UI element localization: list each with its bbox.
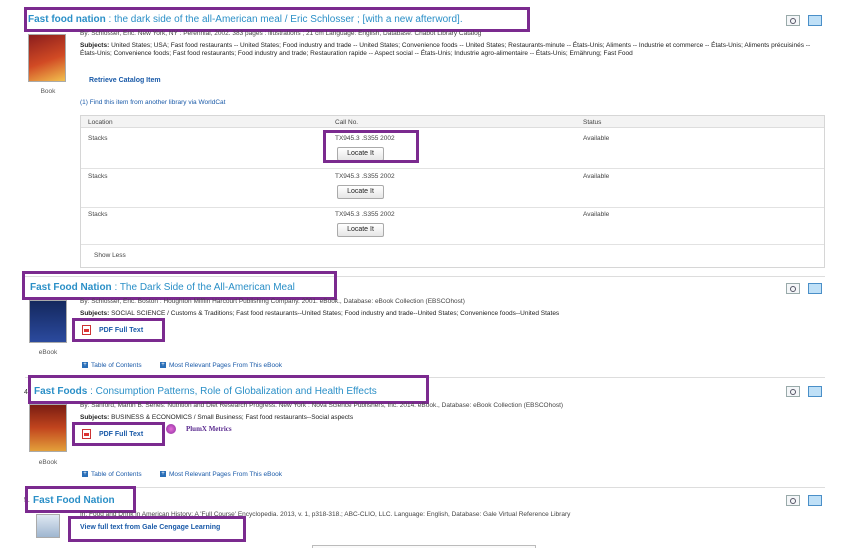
ebook-cover-image (29, 404, 67, 452)
highlight-box (72, 318, 165, 342)
locate-it-button[interactable]: Locate It (337, 185, 384, 199)
row-divider (81, 244, 824, 245)
add-to-folder-icon[interactable] (808, 283, 822, 294)
add-to-folder-icon[interactable] (808, 495, 822, 506)
location-cell: Stacks (88, 211, 108, 218)
preview-icon[interactable] (786, 495, 800, 506)
highlight-box (22, 271, 337, 300)
result-subjects: Subjects: SOCIAL SCIENCE / Customs & Tra… (80, 310, 560, 317)
column-header-status: Status (583, 119, 602, 126)
expand-icon: + (82, 362, 88, 369)
holdings-table-header (81, 116, 824, 128)
retrieve-catalog-link[interactable]: Retrieve Catalog Item (89, 77, 161, 84)
show-less-link[interactable]: Show Less (94, 252, 126, 259)
expand-icon: + (160, 362, 166, 369)
locate-it-button[interactable]: Locate It (337, 223, 384, 237)
plumx-metrics-link[interactable]: PlumX Metrics (166, 424, 232, 434)
format-label: eBook (38, 459, 58, 466)
result-subjects: Subjects: BUSINESS & ECONOMICS / Small B… (80, 414, 354, 421)
highlight-box (24, 7, 530, 32)
highlight-box (323, 130, 419, 163)
format-label: eBook (38, 349, 58, 356)
location-cell: Stacks (88, 135, 108, 142)
highlight-box (28, 375, 429, 404)
column-header-location: Location (88, 119, 113, 126)
location-cell: Stacks (88, 173, 108, 180)
add-to-folder-icon[interactable] (808, 15, 822, 26)
row-divider (81, 168, 824, 169)
preview-icon[interactable] (786, 15, 800, 26)
relevant-pages-link[interactable]: + Most Relevant Pages From This eBook (160, 471, 282, 478)
format-label: Book (40, 88, 56, 95)
result-divider (25, 487, 825, 488)
book-cover-image (28, 34, 66, 82)
preview-icon[interactable] (786, 386, 800, 397)
call-no-link[interactable]: TX945.3 .S355 2002 (335, 173, 395, 180)
status-cell: Available (583, 173, 610, 180)
call-no-link[interactable]: TX945.3 .S355 2002 (335, 211, 395, 218)
preview-icon[interactable] (786, 283, 800, 294)
status-cell: Available (583, 135, 610, 142)
table-of-contents-link[interactable]: + Table of Contents (82, 362, 142, 369)
ebook-cover-image (29, 300, 67, 343)
row-divider (81, 207, 824, 208)
plumx-label: PlumX Metrics (185, 424, 232, 433)
table-of-contents-link[interactable]: + Table of Contents (82, 471, 142, 478)
expand-icon: + (160, 471, 166, 478)
highlight-box (25, 486, 136, 513)
add-to-folder-icon[interactable] (808, 386, 822, 397)
worldcat-link[interactable]: (1) Find this item from another library … (80, 99, 225, 106)
reference-cover-image (36, 514, 60, 538)
relevant-pages-link[interactable]: + Most Relevant Pages From This eBook (160, 362, 282, 369)
holdings-table: Location Call No. Status Stacks TX945.3 … (80, 115, 825, 268)
result-byline: By: Sanford, Martin B. Series: Nutrition… (80, 402, 564, 409)
result-byline: By: Schlosser, Eric. Boston : Houghton M… (80, 298, 465, 305)
result-subjects: Subjects: United States; USA; Fast food … (80, 42, 811, 57)
column-header-call-no: Call No. (335, 119, 359, 126)
status-cell: Available (583, 211, 610, 218)
highlight-box (68, 516, 246, 542)
plumx-icon (166, 424, 176, 434)
highlight-box (72, 422, 165, 446)
expand-icon: + (82, 471, 88, 478)
result-byline: By: Schlosser, Eric. New York, NY : Pere… (80, 30, 482, 37)
